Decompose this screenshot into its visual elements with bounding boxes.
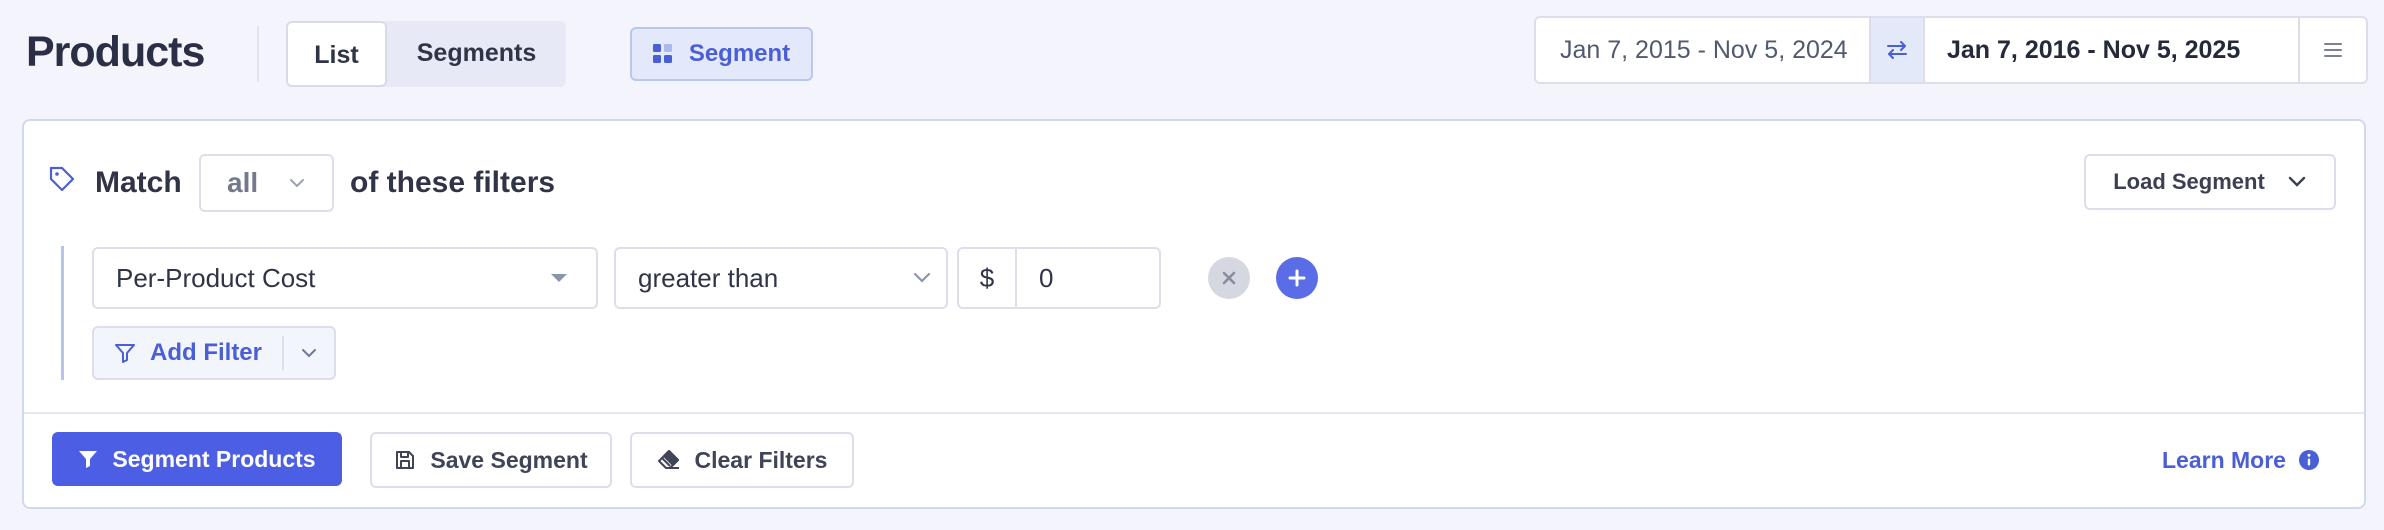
swap-arrows-icon xyxy=(1886,40,1908,60)
eraser-icon xyxy=(657,449,681,471)
panel-footer-divider xyxy=(24,412,2364,414)
segment-button-label: Segment xyxy=(688,40,791,67)
compare-date-range[interactable]: Jan 7, 2015 - Nov 5, 2024 xyxy=(1536,18,1869,82)
info-icon xyxy=(2298,449,2320,471)
date-menu-button[interactable] xyxy=(2300,18,2366,82)
add-filter-button[interactable]: Add Filter xyxy=(94,328,282,378)
learn-more-label: Learn More xyxy=(2162,446,2286,473)
load-segment-button[interactable]: Load Segment xyxy=(2084,154,2336,210)
filter-value-input[interactable]: 0 xyxy=(1017,249,1159,307)
caret-down-icon xyxy=(550,272,568,284)
clear-filters-label: Clear Filters xyxy=(694,446,828,473)
filters-label: of these filters xyxy=(350,166,556,199)
filter-group-rail xyxy=(61,246,64,380)
filter-funnel-icon xyxy=(78,449,98,469)
add-filter-menu-toggle[interactable] xyxy=(284,328,334,378)
filter-panel: Match all of these filters Load Segment … xyxy=(22,119,2366,509)
filter-operator-select[interactable]: greater than xyxy=(614,247,948,309)
add-filter-label: Add Filter xyxy=(150,339,262,366)
close-icon xyxy=(1222,271,1236,285)
chevron-down-icon xyxy=(912,272,932,284)
view-tabs: List Segments xyxy=(286,21,566,87)
title-divider xyxy=(257,26,259,82)
segment-products-button[interactable]: Segment Products xyxy=(52,432,342,486)
clear-filters-button[interactable]: Clear Filters xyxy=(630,432,854,488)
match-mode-value: all xyxy=(227,167,259,198)
filter-field-select[interactable]: Per-Product Cost xyxy=(92,247,598,309)
load-segment-label: Load Segment xyxy=(2113,169,2265,194)
save-segment-button[interactable]: Save Segment xyxy=(370,432,612,488)
tab-list[interactable]: List xyxy=(286,21,387,87)
save-segment-label: Save Segment xyxy=(430,446,588,473)
chevron-down-icon xyxy=(2287,176,2307,188)
swap-dates-button[interactable] xyxy=(1869,18,1925,82)
remove-filter-button[interactable] xyxy=(1208,257,1250,299)
add-filter-control: Add Filter xyxy=(92,326,336,380)
hamburger-menu-icon xyxy=(2322,41,2344,59)
date-range-picker: Jan 7, 2015 - Nov 5, 2024 Jan 7, 2016 - … xyxy=(1534,16,2368,84)
filter-funnel-icon xyxy=(114,342,136,364)
filter-operator-value: greater than xyxy=(638,262,779,293)
plus-icon xyxy=(1288,269,1306,287)
filter-value-field: $ 0 xyxy=(957,247,1161,309)
currency-prefix: $ xyxy=(959,249,1017,307)
tab-segments[interactable]: Segments xyxy=(387,21,566,87)
tag-icon xyxy=(48,165,76,193)
chevron-down-icon xyxy=(288,177,306,189)
save-icon xyxy=(394,449,416,471)
filter-field-value: Per-Product Cost xyxy=(116,262,316,293)
match-label: Match xyxy=(95,166,182,199)
page-title: Products xyxy=(26,28,205,76)
primary-date-range[interactable]: Jan 7, 2016 - Nov 5, 2025 xyxy=(1925,18,2300,82)
learn-more-link[interactable]: Learn More xyxy=(2162,443,2320,477)
match-mode-select[interactable]: all xyxy=(199,154,334,212)
chevron-down-icon xyxy=(300,347,318,359)
grid-icon xyxy=(652,44,673,64)
segment-products-label: Segment Products xyxy=(112,445,316,472)
add-filter-row-button[interactable] xyxy=(1276,257,1318,299)
segment-button[interactable]: Segment xyxy=(630,27,813,81)
